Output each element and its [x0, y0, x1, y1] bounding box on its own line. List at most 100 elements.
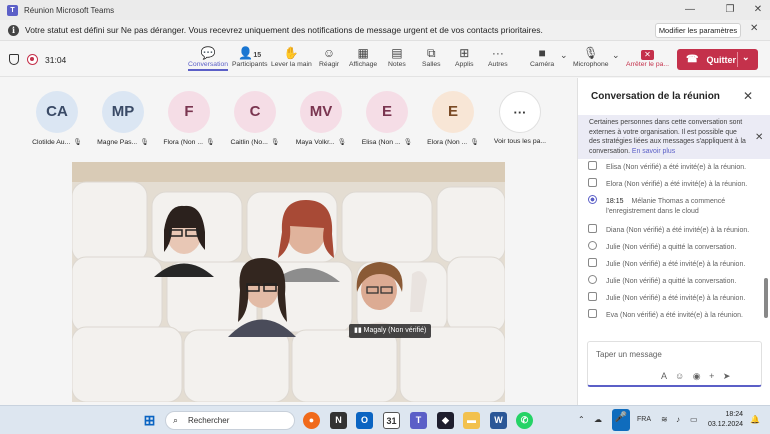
- participant-tile[interactable]: MV Maya Volkr... 🎙: [291, 91, 351, 146]
- taskbar-search[interactable]: ⌕ Rechercher: [165, 411, 295, 430]
- conversation-button[interactable]: 💬 Conversation: [188, 45, 229, 71]
- record-icon: [588, 195, 597, 204]
- mic-icon: 🎙: [583, 46, 599, 60]
- video-frame: [72, 162, 505, 402]
- participant-name: Elisa (Non ...: [361, 139, 401, 146]
- participant-name: Elora (Non ...: [427, 139, 468, 146]
- more-button[interactable]: ··· Autres: [488, 45, 508, 68]
- close-notice-icon[interactable]: ✕: [755, 132, 763, 143]
- add-icon[interactable]: +: [709, 371, 714, 381]
- chat-event: Julie (Non vérifié) a quitté la conversa…: [588, 275, 736, 285]
- folder-icon[interactable]: ▬: [463, 412, 480, 429]
- stop-share-icon: ✕: [626, 45, 669, 61]
- participant-tile[interactable]: E Elisa (Non ... 🎙: [357, 91, 417, 146]
- mic-muted-icon: 🎙: [403, 139, 413, 146]
- participant-tile[interactable]: F Flora (Non ... 🎙: [159, 91, 219, 146]
- search-icon: ⌕: [173, 415, 179, 425]
- see-all-participants[interactable]: ··· Voir tous les pa...: [490, 91, 550, 145]
- mic-muted-icon: 🎙: [270, 139, 280, 146]
- word-icon[interactable]: W: [490, 412, 507, 429]
- minimize-button[interactable]: —: [676, 0, 704, 20]
- emoji-icon[interactable]: ☺: [675, 371, 684, 381]
- app-icon[interactable]: ◆: [437, 412, 454, 429]
- participant-tile[interactable]: E Elora (Non ... 🎙: [423, 91, 483, 146]
- send-icon[interactable]: ➤: [723, 371, 731, 381]
- wifi-icon[interactable]: ≋: [661, 415, 668, 424]
- participant-tile[interactable]: C Caitlin (No... 🎙: [225, 91, 285, 146]
- shield-icon: [9, 54, 19, 65]
- apps-icon: ⊞: [459, 46, 470, 60]
- teams-taskbar-icon[interactable]: T: [410, 412, 427, 429]
- recording-icon: [27, 54, 38, 65]
- windows-start-icon[interactable]: ⊞: [141, 412, 158, 429]
- banner-message: Votre statut est défini sur Ne pas déran…: [25, 25, 543, 35]
- more-icon: ···: [499, 91, 541, 133]
- notes-button[interactable]: ▤ Notes: [388, 45, 406, 68]
- learn-more-link[interactable]: En savoir plus: [632, 148, 675, 155]
- notification-bell-icon[interactable]: 🔔: [750, 415, 760, 424]
- calendar-icon[interactable]: 31: [383, 412, 400, 429]
- dnd-banner: i Votre statut est défini sur Ne pas dér…: [0, 20, 770, 41]
- participant-name: Maya Volkr...: [295, 139, 335, 146]
- phone-hangup-icon: ☎: [686, 54, 699, 65]
- message-input[interactable]: Taper un message: [596, 350, 662, 359]
- rooms-icon: ⧉: [426, 46, 436, 60]
- participants-button[interactable]: 👤15 Participants: [232, 45, 268, 68]
- invite-icon: [588, 292, 597, 301]
- participant-tile[interactable]: MP Magne Pas... 🎙: [93, 91, 153, 146]
- maximize-button[interactable]: ❐: [716, 0, 744, 20]
- volume-icon[interactable]: ♪: [676, 415, 680, 424]
- external-notice: Certaines personnes dans cette conversat…: [578, 115, 770, 159]
- microphone-chevron-icon[interactable]: ⌄: [612, 50, 620, 61]
- avatar: C: [234, 91, 276, 133]
- chat-event: Elora (Non vérifié) a été invité(e) à la…: [588, 178, 747, 188]
- chat-event: Julie (Non vérifié) a quitté la conversa…: [588, 241, 736, 251]
- notion-icon[interactable]: N: [330, 412, 347, 429]
- close-chat-icon[interactable]: ✕: [743, 89, 753, 103]
- more-icon: ···: [491, 46, 504, 60]
- sticker-icon[interactable]: ◉: [693, 371, 701, 381]
- chat-panel: Conversation de la réunion ✕ Certaines p…: [577, 78, 770, 405]
- outlook-icon[interactable]: O: [356, 412, 373, 429]
- mic-tray-icon[interactable]: 🎤: [612, 409, 630, 431]
- participant-name: Flora (Non ...: [163, 139, 204, 146]
- meeting-timer: 31:04: [45, 55, 67, 65]
- battery-icon[interactable]: ▭: [690, 415, 698, 424]
- leave-chevron-icon[interactable]: ⌄: [742, 52, 750, 63]
- camera-chevron-icon[interactable]: ⌄: [560, 50, 568, 61]
- invite-icon: [588, 258, 597, 267]
- chat-event: Eva (Non vérifié) a été invité(e) à la r…: [588, 309, 743, 319]
- raise-hand-button[interactable]: ✋ Lever la main: [271, 45, 312, 68]
- modify-settings-button[interactable]: Modifier les paramètres: [655, 23, 741, 38]
- taskbar-clock[interactable]: 18:24 03.12.2024: [708, 410, 743, 430]
- react-button[interactable]: ☺ Réagir: [319, 45, 339, 68]
- user-left-icon: [588, 275, 597, 284]
- cloud-icon[interactable]: ☁: [594, 415, 602, 424]
- chat-scrollbar[interactable]: [764, 278, 768, 318]
- format-icon[interactable]: A: [661, 371, 667, 381]
- mic-muted-icon: 🎙: [337, 139, 347, 146]
- view-button[interactable]: ▦ Affichage: [349, 45, 377, 68]
- participant-tile[interactable]: CA Clotilde Au... 🎙: [27, 91, 87, 146]
- camera-button[interactable]: ■ Caméra: [530, 45, 554, 68]
- smiley-icon: ☺: [322, 46, 336, 60]
- microphone-button[interactable]: 🎙 Microphone: [573, 45, 609, 68]
- close-banner-icon[interactable]: ✕: [750, 23, 758, 34]
- video-name-label: ▮▮ Magaly (Non vérifié): [349, 324, 432, 338]
- language-indicator[interactable]: FRA: [637, 416, 651, 423]
- leave-button[interactable]: ☎ Quitter ⌄: [677, 49, 758, 70]
- firefox-icon[interactable]: ●: [303, 412, 320, 429]
- tray-chevron-icon[interactable]: ⌃: [578, 415, 585, 424]
- participant-name: Caitlin (No...: [230, 139, 268, 146]
- signal-icon: ▮▮: [354, 327, 364, 334]
- rooms-button[interactable]: ⧉ Salles: [422, 45, 441, 68]
- message-compose[interactable]: Taper un message A ☺ ◉ + ➤: [587, 341, 762, 387]
- apps-button[interactable]: ⊞ Applis: [455, 45, 474, 68]
- whatsapp-icon[interactable]: ✆: [516, 412, 533, 429]
- stop-sharing-button[interactable]: ✕ Arrêter le pa...: [626, 45, 669, 68]
- invite-icon: [588, 161, 597, 170]
- mic-muted-icon: 🎙: [206, 139, 215, 146]
- shared-video: [72, 162, 505, 402]
- close-window-button[interactable]: ✕: [744, 0, 770, 20]
- camera-icon: ■: [538, 46, 546, 60]
